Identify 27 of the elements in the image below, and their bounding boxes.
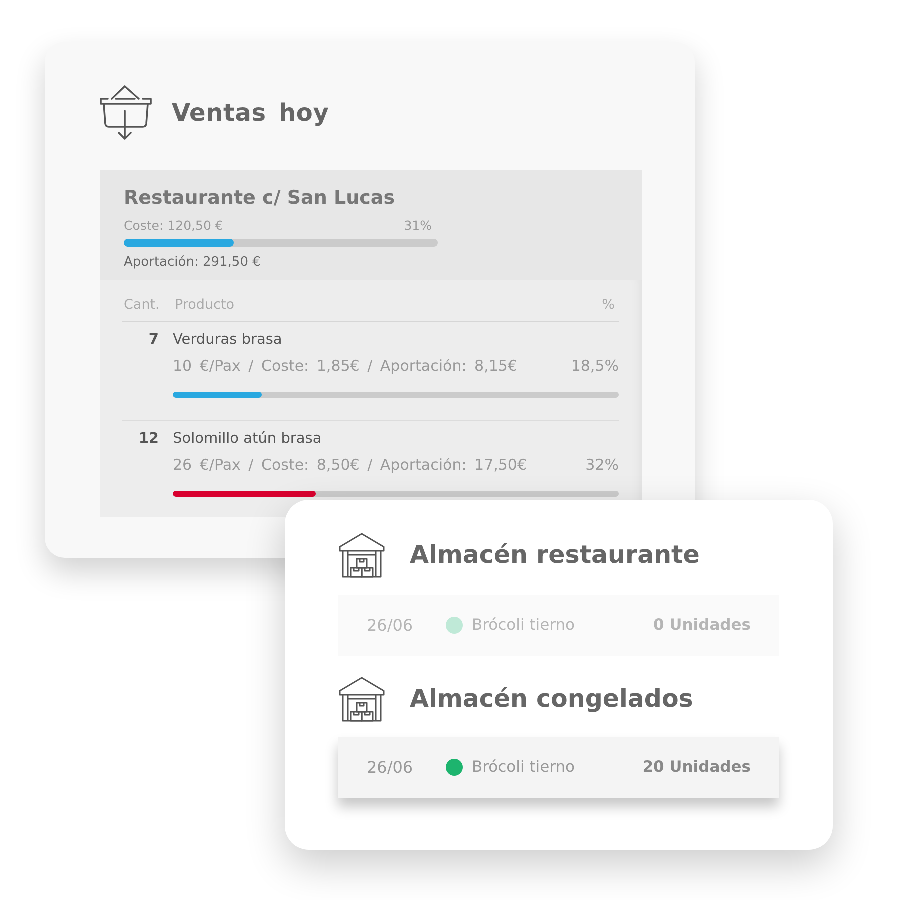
warehouse-icon (338, 532, 386, 578)
column-header: % (602, 296, 615, 314)
quantity-text: 0 Unidades (653, 614, 751, 636)
percent-text: 32% (586, 456, 619, 474)
restaurant-name: Restaurante c/ San Lucas (124, 186, 396, 211)
column-header: Producto (175, 296, 236, 314)
card-title: Ventas hoy (172, 98, 330, 128)
product-details: 10 €/Pax / Coste: 1,85€ / Aportación: 8,15€ (173, 357, 518, 375)
quantity-text: 12 (138, 430, 160, 449)
warehouse-title: Almacén restaurante (410, 540, 700, 570)
product-name: Brócoli tierno (472, 614, 576, 636)
product-name: Brócoli tierno (472, 756, 576, 778)
quantity-text: 7 (148, 331, 160, 350)
product-name: Verduras brasa (173, 331, 284, 350)
cost-percent: 31% (404, 217, 432, 235)
warehouse-icon (338, 676, 386, 722)
percent-text: 18,5% (571, 357, 619, 375)
basket-icon (100, 85, 152, 141)
date-text: 26/06 (367, 614, 414, 636)
product-details: 26 €/Pax / Coste: 8,50€ / Aportación: 17,50€ (173, 456, 528, 474)
quantity-text: 20 Unidades (642, 756, 751, 778)
contribution-label: Aportación: 291,50 € (124, 254, 262, 272)
product-name: Solomillo atún brasa (173, 430, 323, 449)
column-header: Cant. (124, 296, 161, 314)
warehouse-title: Almacén congelados (410, 684, 694, 714)
cost-label: Coste: 120,50 € (124, 217, 224, 235)
date-text: 26/06 (367, 756, 414, 778)
